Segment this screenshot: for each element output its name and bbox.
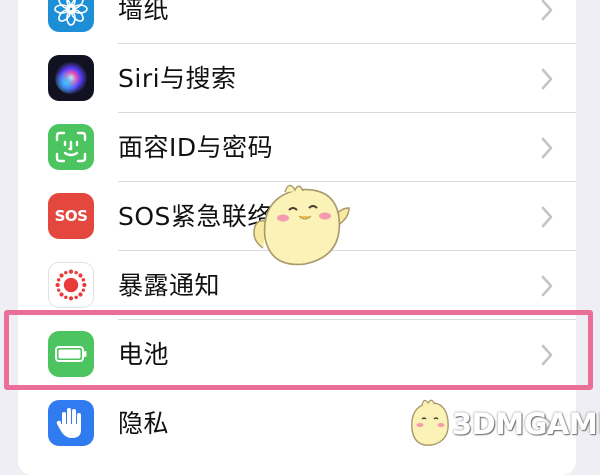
settings-row-label: 面容ID与密码 [118,133,274,162]
settings-row-face-id[interactable]: 面容ID与密码 [18,113,576,182]
battery-row-highlight [4,310,593,390]
settings-row-siri[interactable]: Siri与搜索 [18,44,576,113]
wallpaper-flower-icon [48,0,94,32]
chevron-right-icon [541,0,553,21]
siri-icon [48,55,94,101]
settings-row-wallpaper[interactable]: 墙纸 [18,0,576,44]
privacy-hand-icon [48,400,94,446]
watermark-text: 3DMGAME [452,407,600,441]
chevron-right-icon [541,206,553,228]
face-id-icon [48,124,94,170]
chevron-right-icon [541,68,553,90]
chevron-right-icon [541,275,553,297]
sos-icon-text: SOS [54,207,88,225]
settings-row-label: 墙纸 [118,0,170,24]
sos-icon: SOS [48,193,94,239]
settings-row-label: Siri与搜索 [118,64,237,93]
mascot-chick-icon [253,184,350,266]
chevron-right-icon [541,137,553,159]
exposure-notification-icon [48,262,94,308]
settings-row-label: 隐私 [118,409,170,438]
